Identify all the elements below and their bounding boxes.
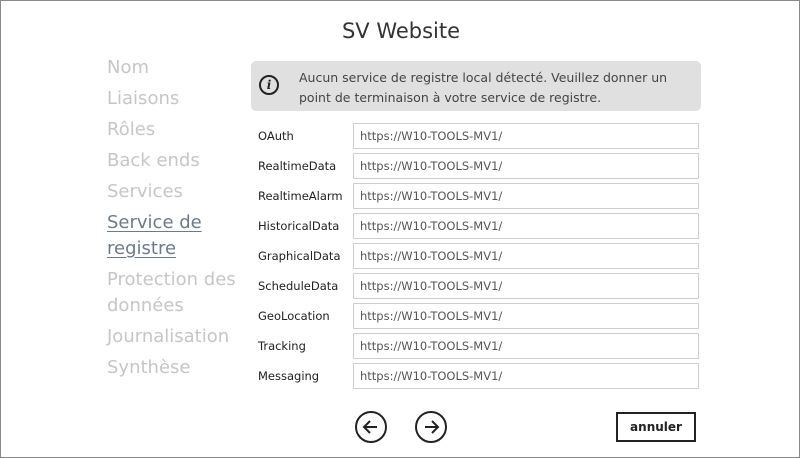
sidebar-item-back-ends[interactable]: Back ends	[107, 148, 247, 174]
endpoint-row-graphicaldata: GraphicalData	[258, 243, 700, 273]
sidebar-item-nom[interactable]: Nom	[107, 55, 247, 81]
endpoint-label: HistoricalData	[258, 219, 340, 233]
endpoint-row-scheduledata: ScheduleData	[258, 273, 700, 303]
endpoint-label: ScheduleData	[258, 279, 339, 293]
info-banner-text: Aucun service de registre local détecté.…	[299, 70, 668, 105]
sidebar-item-service-de-registre[interactable]: Service de registre	[107, 210, 247, 262]
sidebar-item-protection-des-données[interactable]: Protection des données	[107, 267, 247, 319]
arrow-left-icon	[362, 420, 377, 434]
dialog-window: SV Website Nom Liaisons Rôles Back ends Serv…	[0, 0, 800, 458]
endpoint-row-tracking: Tracking	[258, 333, 700, 363]
endpoint-label: GraphicalData	[258, 249, 341, 263]
arrow-right-icon	[425, 420, 440, 434]
endpoint-input-realtimealarm[interactable]	[353, 183, 699, 209]
sidebar-item-liaisons[interactable]: Liaisons	[107, 86, 247, 112]
endpoint-row-realtimealarm: RealtimeAlarm	[258, 183, 700, 213]
endpoint-input-geolocation[interactable]	[353, 303, 699, 329]
endpoint-label: Tracking	[258, 339, 306, 353]
endpoint-row-realtimedata: RealtimeData	[258, 153, 700, 183]
endpoint-input-tracking[interactable]	[353, 333, 699, 359]
page-title: SV Website	[341, 19, 461, 43]
endpoint-row-messaging: Messaging	[258, 363, 700, 393]
endpoint-list: OAuth RealtimeData RealtimeAlarm Historical…	[258, 123, 700, 393]
endpoint-input-messaging[interactable]	[353, 363, 699, 389]
endpoint-label: Messaging	[258, 369, 320, 383]
endpoint-label: RealtimeAlarm	[258, 189, 343, 203]
endpoint-input-historicaldata[interactable]	[353, 213, 699, 239]
endpoint-label: RealtimeData	[258, 159, 337, 173]
info-icon: i	[259, 75, 279, 95]
endpoint-row-historicaldata: HistoricalData	[258, 213, 700, 243]
sidebar-item-services[interactable]: Services	[107, 179, 247, 205]
sidebar-item-synthèse[interactable]: Synthèse	[107, 355, 247, 381]
sidebar-item-rôles[interactable]: Rôles	[107, 117, 247, 143]
back-button[interactable]	[355, 411, 387, 443]
wizard-steps-nav: Nom Liaisons Rôles Back ends Services Service…	[107, 55, 247, 386]
endpoint-row-geolocation: GeoLocation	[258, 303, 700, 333]
next-button[interactable]	[415, 411, 447, 443]
endpoint-row-oauth: OAuth	[258, 123, 700, 153]
endpoint-input-realtimedata[interactable]	[353, 153, 699, 179]
endpoint-input-oauth[interactable]	[353, 123, 699, 149]
cancel-button[interactable]: annuler	[616, 412, 696, 442]
endpoint-input-graphicaldata[interactable]	[353, 243, 699, 269]
sidebar-item-journalisation[interactable]: Journalisation	[107, 324, 247, 350]
info-banner: i Aucun service de registre local détect…	[251, 61, 701, 111]
endpoint-label: OAuth	[258, 129, 294, 143]
endpoint-input-scheduledata[interactable]	[353, 273, 699, 299]
endpoint-label: GeoLocation	[258, 309, 330, 323]
